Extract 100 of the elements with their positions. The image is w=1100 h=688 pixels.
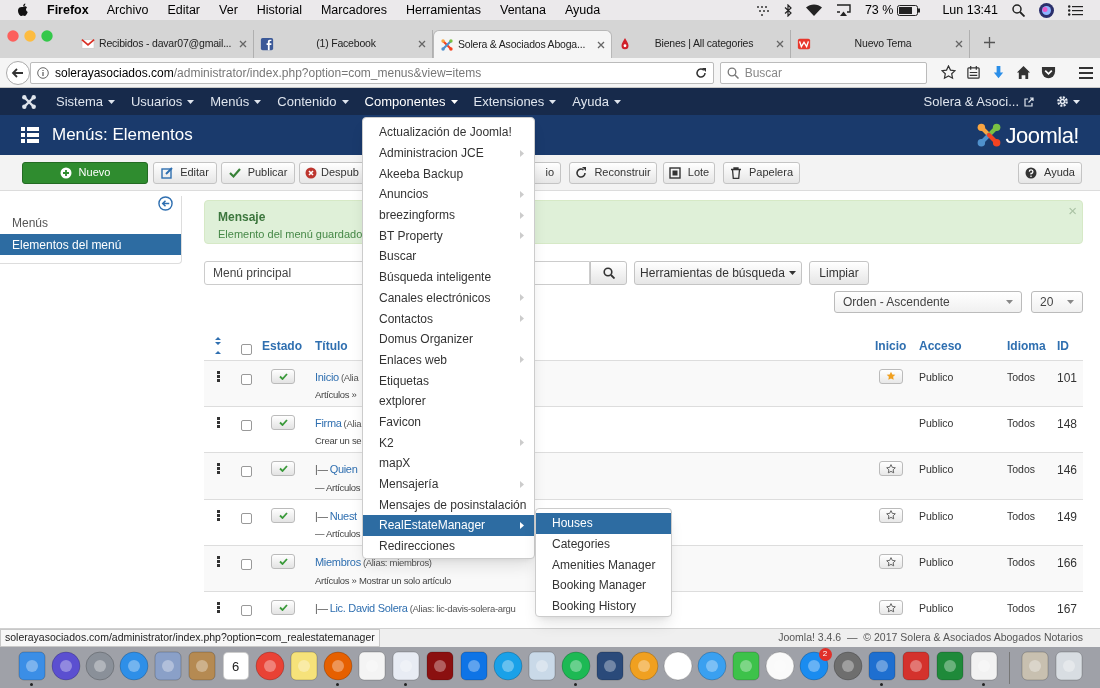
menu-item[interactable]: Amenities Manager xyxy=(536,554,671,576)
app-icon[interactable] xyxy=(492,650,523,681)
back-icon[interactable] xyxy=(6,60,30,85)
settings-menu[interactable] xyxy=(1056,95,1080,108)
drag-handle-icon[interactable] xyxy=(216,602,220,614)
home-toggle[interactable] xyxy=(879,507,903,523)
publish-toggle[interactable] xyxy=(271,600,295,616)
menu-item[interactable]: Historial xyxy=(256,0,302,20)
app-icon[interactable] xyxy=(84,650,115,681)
checkbox[interactable] xyxy=(240,512,252,524)
app-icon[interactable] xyxy=(186,650,217,681)
menu-item[interactable]: BT Property xyxy=(363,225,534,247)
apple-icon[interactable] xyxy=(17,3,29,17)
list-icon[interactable] xyxy=(1068,4,1083,16)
app-icon[interactable] xyxy=(560,650,591,681)
app-icon[interactable] xyxy=(628,650,659,681)
site-link[interactable]: Solera & Asoci... xyxy=(923,91,1034,112)
menu-item[interactable]: Editar xyxy=(167,0,201,20)
toolbar-button[interactable]: Reconstruir xyxy=(569,161,657,184)
checkbox[interactable] xyxy=(240,419,252,431)
menu-item[interactable]: Anuncios xyxy=(363,184,534,205)
checkbox[interactable] xyxy=(240,605,252,617)
menu-item[interactable]: Booking Manager xyxy=(536,575,671,596)
toolbar-button[interactable]: Publicar xyxy=(221,161,295,184)
clear-button[interactable]: Limpiar xyxy=(809,260,869,285)
nav-menu[interactable]: Ayuda xyxy=(572,88,621,115)
reading-list-icon[interactable] xyxy=(966,65,981,80)
menu-item[interactable]: Administracion JCE xyxy=(363,142,534,164)
address-field[interactable]: solerayasociados.com/administrator/index.php?option=com_menus&view=items xyxy=(30,61,714,84)
app-icon[interactable] xyxy=(832,650,863,681)
menu-item[interactable]: Favicon xyxy=(363,411,534,433)
calendar-icon[interactable]: 6 xyxy=(222,651,249,680)
app-icon[interactable] xyxy=(356,650,387,681)
window-control-icon[interactable] xyxy=(7,30,19,42)
menu-item[interactable]: RealEstateManager xyxy=(363,515,534,536)
app-icon[interactable] xyxy=(526,650,557,681)
menu-item[interactable]: Etiquetas xyxy=(363,370,534,391)
home-icon[interactable] xyxy=(1016,65,1031,80)
item-link[interactable]: Nuest xyxy=(329,507,357,525)
toolbar-button[interactable]: Lote xyxy=(663,161,715,184)
menu-item[interactable]: Herramientas xyxy=(405,0,481,20)
drag-handle-icon[interactable] xyxy=(216,416,220,428)
close-icon[interactable] xyxy=(418,40,426,48)
column-header[interactable]: Inicio xyxy=(875,338,907,353)
search-field[interactable]: Buscar xyxy=(719,61,927,84)
wifi-icon[interactable] xyxy=(805,4,822,16)
publish-toggle[interactable] xyxy=(271,554,295,570)
joomla-icon[interactable] xyxy=(21,93,37,110)
app-icon[interactable] xyxy=(118,650,149,681)
app-icon[interactable] xyxy=(798,650,829,681)
app-icon[interactable] xyxy=(696,650,727,681)
toolbar-button[interactable]: Papelera xyxy=(723,161,800,184)
column-header[interactable]: Acceso xyxy=(919,338,962,353)
close-icon[interactable] xyxy=(239,40,247,48)
browser-tab[interactable]: Solera & Asociados Aboga... xyxy=(433,30,612,58)
menu-item[interactable]: Enlaces web xyxy=(363,349,534,371)
drag-handle-icon[interactable] xyxy=(216,556,220,568)
search-input[interactable]: Buscar xyxy=(744,63,920,82)
sidebar-item[interactable]: Menús xyxy=(0,212,181,233)
nav-menu[interactable]: Extensiones xyxy=(473,88,557,115)
nav-menu[interactable]: Contenido xyxy=(277,88,349,115)
menu-item[interactable]: Archivo xyxy=(106,0,149,20)
menu-item[interactable]: K2 xyxy=(363,432,534,453)
pocket-icon[interactable] xyxy=(1041,65,1056,80)
app-icon[interactable] xyxy=(254,650,285,681)
menu-item[interactable]: Ventana xyxy=(500,0,546,20)
app-icon[interactable] xyxy=(50,650,81,681)
checkbox[interactable] xyxy=(240,466,252,478)
app-icon[interactable] xyxy=(152,650,183,681)
app-icon[interactable] xyxy=(968,650,999,681)
home-toggle[interactable] xyxy=(879,600,903,616)
menu-item[interactable]: Mensajería xyxy=(363,473,534,495)
menu-item[interactable]: Actualización de Joomla! xyxy=(363,122,534,143)
app-icon[interactable] xyxy=(458,650,489,681)
home-toggle[interactable] xyxy=(879,461,903,477)
publish-toggle[interactable] xyxy=(271,461,295,477)
nav-menu[interactable]: Usuarios xyxy=(130,88,195,115)
publish-toggle[interactable] xyxy=(271,507,295,523)
airplay-icon[interactable] xyxy=(835,4,851,16)
limit-select[interactable]: 20 xyxy=(1031,290,1083,313)
column-header[interactable]: ID xyxy=(1057,338,1069,353)
app-icon[interactable] xyxy=(764,650,795,681)
app-icon[interactable] xyxy=(424,650,455,681)
app-icon[interactable] xyxy=(390,650,421,681)
item-link[interactable]: Lic. David Solera xyxy=(329,600,408,617)
siri-icon[interactable] xyxy=(1039,2,1054,18)
home-toggle[interactable] xyxy=(879,554,903,570)
column-header[interactable]: Estado xyxy=(262,338,302,353)
close-icon[interactable] xyxy=(955,40,963,48)
menu-item[interactable]: Houses xyxy=(536,513,671,534)
menu-item[interactable]: Contactos xyxy=(363,308,534,329)
menu-item[interactable]: breezingforms xyxy=(363,204,534,226)
nav-menu[interactable]: Componentes xyxy=(364,88,458,115)
menu-item[interactable]: Canales electrónicos xyxy=(363,287,534,309)
app-icon[interactable] xyxy=(866,650,897,681)
drag-handle-icon[interactable] xyxy=(216,509,220,521)
app-icon[interactable] xyxy=(730,650,761,681)
toolbar-button[interactable]: Editar xyxy=(153,161,217,184)
drag-handle-icon[interactable] xyxy=(216,370,220,382)
column-header[interactable]: Idioma xyxy=(1007,338,1046,353)
